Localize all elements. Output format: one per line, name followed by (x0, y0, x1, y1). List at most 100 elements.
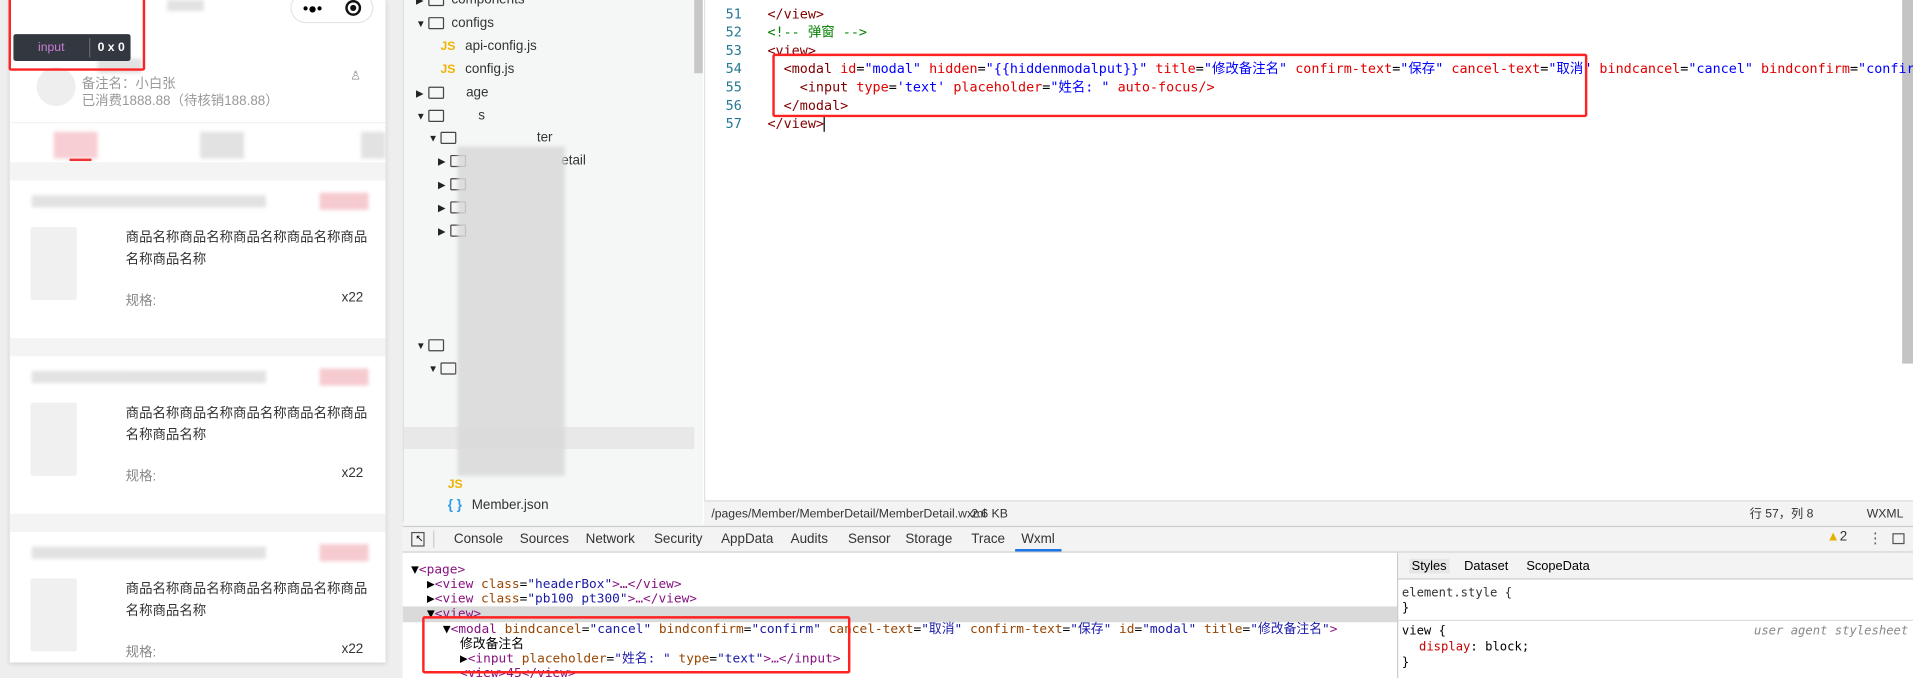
element-style-rule[interactable]: element.style { (1402, 587, 1512, 602)
js-file-icon: JS (440, 39, 456, 54)
folder-open-icon (440, 362, 457, 375)
editor-scrollbar[interactable] (1902, 0, 1913, 364)
tree-item-folder[interactable]: ▼ (416, 334, 451, 356)
card-gap (9, 337, 386, 357)
folder-icon (428, 0, 445, 7)
tab-scopedata[interactable]: ScopeData (1526, 559, 1589, 574)
tree-item-api-config[interactable]: JS api-config.js (440, 35, 536, 57)
code-line[interactable]: 57 </view> (705, 115, 1901, 133)
tab-console[interactable]: Console (454, 527, 503, 551)
quantity: x22 (341, 290, 364, 306)
file-tree-scrollbar[interactable] (694, 0, 703, 74)
tree-item-member-json[interactable]: { } Member.json (448, 494, 549, 516)
tree-item-configs[interactable]: ▼ configs (416, 12, 494, 34)
line-number: 54 (725, 61, 742, 77)
language-mode[interactable]: WXML (1867, 501, 1904, 527)
tree-item-js[interactable]: JS (448, 473, 473, 495)
tab-blurred-3[interactable] (361, 131, 386, 159)
product-image (30, 226, 77, 301)
warning-icon[interactable]: ▲2 (1826, 530, 1847, 545)
folder-open-icon (428, 17, 445, 30)
tab-sensor[interactable]: Sensor (848, 527, 891, 551)
tab-dataset[interactable]: Dataset (1464, 559, 1508, 574)
product-title: 商品名称商品名称商品名称商品名称商品名称商品名称 (125, 581, 368, 619)
json-file-icon: { } (447, 497, 462, 513)
edit-remark-icon[interactable]: ♙ (350, 70, 361, 83)
file-path: /pages/Member/MemberDetail/MemberDetail.… (711, 507, 986, 521)
quantity: x22 (341, 466, 364, 481)
card-gap (9, 513, 386, 532)
tab-wxml[interactable]: Wxml (1015, 527, 1061, 552)
page-title-blurred (167, 0, 204, 11)
line-number: 56 (725, 97, 742, 114)
tab-blurred-1[interactable] (53, 131, 98, 159)
wxml-tree: ▼<page> ▶<view class="headerBox">…</view… (402, 552, 1398, 678)
line-number: 55 (725, 79, 742, 96)
file-size: 2.6 KB (971, 507, 1008, 521)
ua-stylesheet-label: user agent stylesheet (1753, 624, 1909, 639)
close-target-icon[interactable] (344, 0, 361, 16)
line-number: 57 (725, 115, 742, 132)
order-card[interactable]: 商品名称商品名称商品名称商品名称商品名称商品名称 规格: x22 (10, 356, 386, 515)
tab-blurred-2[interactable] (200, 131, 245, 159)
spec-label: 规格: (125, 645, 157, 661)
css-prop[interactable]: display (1419, 641, 1470, 654)
code-highlight-box (772, 53, 1588, 118)
code-line[interactable]: 52 <!-- 弹窗 --> (705, 23, 1901, 41)
quantity: x22 (341, 641, 364, 657)
wxml-highlight-box (422, 616, 851, 674)
styles-pane: Styles Dataset ScopeData element.style {… (1397, 552, 1913, 678)
js-file-icon: JS (447, 477, 463, 492)
tab-sources[interactable]: Sources (520, 527, 569, 551)
tree-item-pages[interactable]: ▼ s (416, 105, 485, 127)
more-options-icon[interactable]: ⋮ (1868, 530, 1883, 547)
capsule-menu[interactable]: •●• (290, 0, 374, 24)
product-image (30, 402, 77, 476)
avatar (36, 67, 76, 107)
tab-underline (69, 158, 92, 162)
node-view-pb100[interactable]: ▶<view class="pb100 pt300">…</view> (427, 592, 697, 607)
product-image (30, 578, 77, 652)
folder-open-icon (428, 339, 445, 352)
phone-screen: •●• 备注名：小白张 已消费1888.88（待核销188.88） ♙ 商品名称… (9, 0, 386, 663)
divider (9, 122, 386, 124)
node-view-headerbox[interactable]: ▶<view class="headerBox">…</view> (427, 577, 682, 592)
status-bar: /pages/Member/MemberDetail/MemberDetail.… (703, 500, 1913, 528)
card-gap (9, 162, 386, 181)
tab-appdata[interactable]: AppData (721, 527, 773, 551)
tree-item-components[interactable]: ▶ components (416, 0, 525, 11)
line-number: 52 (725, 24, 742, 41)
tree-item-config[interactable]: JS config.js (440, 59, 514, 81)
tab-audits[interactable]: Audits (791, 527, 828, 551)
code-line[interactable]: 51 </view> (705, 5, 1901, 23)
tab-network[interactable]: Network (586, 527, 635, 551)
spec-label: 规格: (125, 469, 157, 485)
folder-icon (428, 86, 445, 99)
cursor-position[interactable]: 行 57，列 8 (1750, 501, 1814, 527)
css-value[interactable]: block; (1485, 641, 1529, 654)
warning-count: 2 (1839, 529, 1848, 545)
tab-storage[interactable]: Storage (905, 527, 952, 551)
tab-security[interactable]: Security (654, 527, 702, 551)
devtools-tabbar: ↖ Console Sources Network Security AppData Au… (402, 525, 1913, 553)
undock-icon[interactable] (1892, 533, 1905, 545)
tab-styles[interactable]: Styles (1409, 558, 1449, 574)
node-page[interactable]: ▼<page> (411, 562, 465, 577)
line-number: 53 (725, 42, 742, 59)
line-number: 51 (725, 6, 742, 22)
tab-trace[interactable]: Trace (971, 527, 1005, 551)
product-title: 商品名称商品名称商品名称商品名称商品名称商品名称 (125, 230, 368, 268)
order-card[interactable]: 商品名称商品名称商品名称商品名称商品名称商品名称 规格: x22 (10, 532, 386, 663)
code-editor[interactable]: 5051</view>52<!-- 弹窗 -->53<view>54 <moda… (703, 0, 1913, 501)
highlight-box (8, 0, 146, 71)
product-title: 商品名称商品名称商品名称商品名称商品名称商品名称 (125, 406, 368, 443)
tree-item-page[interactable]: ▶ age (416, 82, 488, 104)
spec-label: 规格: (125, 294, 157, 309)
folder-open-icon (440, 131, 457, 144)
folder-open-icon (428, 109, 445, 123)
order-card[interactable]: 商品名称商品名称商品名称商品名称商品名称商品名称 规格: x22 (10, 181, 386, 340)
more-icon[interactable]: •●• (303, 0, 322, 16)
inspect-element-icon[interactable]: ↖ (411, 531, 425, 547)
js-file-icon: JS (440, 62, 456, 77)
file-tree: ▶ components ▼ configs JS api-config.js JS c… (402, 0, 703, 528)
